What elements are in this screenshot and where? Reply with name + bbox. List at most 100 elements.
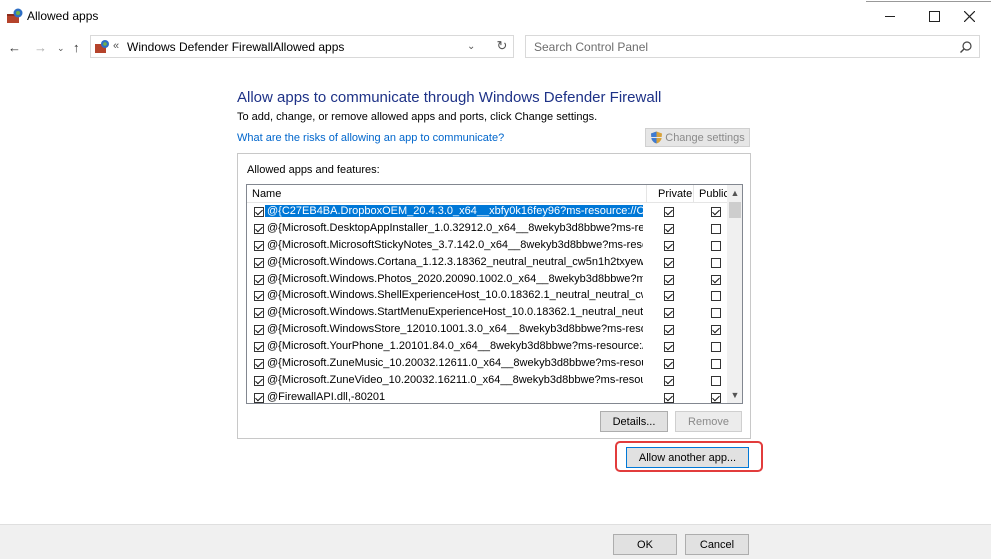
breadcrumb-windows-defender-firewall[interactable]: Windows Defender Firewall [127,40,273,54]
private-checkbox[interactable] [664,207,674,217]
app-enabled-checkbox[interactable] [254,257,264,268]
list-item[interactable]: @{Microsoft.ZuneVideo_10.20032.16211.0_x… [247,373,727,390]
scroll-up-arrow[interactable]: ▲ [727,185,742,201]
public-checkbox[interactable] [711,325,721,336]
change-settings-button[interactable]: Change settings [645,128,750,147]
private-checkbox[interactable] [664,392,674,403]
risks-link[interactable]: What are the risks of allowing an app to… [237,132,504,144]
address-dropdown[interactable]: ⌄ [467,41,475,52]
app-enabled-checkbox[interactable] [254,274,264,285]
cancel-button[interactable]: Cancel [685,534,749,555]
private-checkbox[interactable] [664,308,674,319]
list-item[interactable]: @FirewallAPI.dll,-80201 [247,390,727,403]
list-item[interactable]: @{Microsoft.ZuneMusic_10.20032.12611.0_x… [247,356,727,373]
public-checkbox[interactable] [711,274,721,285]
app-enabled-checkbox[interactable] [254,207,264,217]
private-checkbox[interactable] [664,240,674,251]
app-enabled-checkbox[interactable] [254,342,264,353]
list-item[interactable]: @{Microsoft.DesktopAppInstaller_1.0.3291… [247,221,727,238]
list-item[interactable]: @{C27EB4BA.DropboxOEM_20.4.3.0_x64__xbfy… [247,204,727,221]
back-button[interactable]: ← [8,40,21,55]
firewall-location-icon [95,40,109,53]
app-enabled-checkbox[interactable] [254,392,264,403]
address-row: ← → ⌄ ↑ « Windows Defender Firewall › Al… [0,33,991,62]
app-enabled-checkbox[interactable] [254,375,264,386]
allow-another-app-button[interactable]: Allow another app... [626,447,749,468]
list-item[interactable]: @{Microsoft.Windows.Photos_2020.20090.10… [247,272,727,289]
private-checkbox[interactable] [664,223,674,234]
column-header-private[interactable]: Private [658,188,692,200]
app-enabled-checkbox[interactable] [254,325,264,336]
app-name: @{Microsoft.ZuneMusic_10.20032.12611.0_x… [267,357,643,370]
scroll-thumb[interactable] [729,202,741,218]
list-item[interactable]: @{Microsoft.MicrosoftStickyNotes_3.7.142… [247,238,727,255]
address-bar[interactable]: « Windows Defender Firewall › Allowed ap… [90,35,514,58]
app-name: @{C27EB4BA.DropboxOEM_20.4.3.0_x64__xbfy… [265,205,643,217]
ok-button[interactable]: OK [613,534,677,555]
list-item[interactable]: @{Microsoft.Windows.ShellExperienceHost_… [247,288,727,305]
list-item[interactable]: @{Microsoft.YourPhone_1.20101.84.0_x64__… [247,339,727,356]
private-checkbox[interactable] [664,342,674,353]
minimize-button[interactable] [868,0,912,32]
app-name: @{Microsoft.YourPhone_1.20101.84.0_x64__… [267,340,643,353]
allowed-apps-list[interactable]: Name Private Public @{C27EB4BA.DropboxOE… [246,184,743,404]
private-checkbox[interactable] [664,375,674,386]
page-heading: Allow apps to communicate through Window… [237,89,662,106]
public-checkbox[interactable] [711,375,721,386]
app-name: @{Microsoft.DesktopAppInstaller_1.0.3291… [267,221,643,234]
vertical-scrollbar[interactable]: ▲ ▼ [727,185,742,403]
app-name: @{Microsoft.Windows.Cortana_1.12.3.18362… [267,255,643,268]
public-checkbox[interactable] [711,223,721,234]
app-name: @{Microsoft.ZuneVideo_10.20032.16211.0_x… [267,373,643,386]
remove-button[interactable]: Remove [675,411,742,432]
breadcrumb-separator[interactable]: › [261,40,265,52]
private-checkbox[interactable] [664,274,674,285]
public-checkbox[interactable] [711,308,721,319]
search-icon[interactable] [959,40,973,54]
list-item[interactable]: @{Microsoft.WindowsStore_12010.1001.3.0_… [247,322,727,339]
column-divider[interactable] [693,185,694,203]
column-header-public[interactable]: Public [699,188,729,200]
app-enabled-checkbox[interactable] [254,291,264,302]
app-enabled-checkbox[interactable] [254,223,264,234]
private-checkbox[interactable] [664,291,674,302]
overflow-chevron[interactable]: « [113,40,119,52]
app-enabled-checkbox[interactable] [254,359,264,370]
up-button[interactable]: ↑ [73,40,80,55]
public-checkbox[interactable] [711,359,721,370]
recent-locations-dropdown[interactable]: ⌄ [57,43,65,54]
app-name: @{Microsoft.MicrosoftStickyNotes_3.7.142… [267,238,643,251]
list-item[interactable]: @{Microsoft.Windows.Cortana_1.12.3.18362… [247,255,727,272]
private-checkbox[interactable] [664,325,674,336]
details-button[interactable]: Details... [600,411,668,432]
app-name: @{Microsoft.Windows.Photos_2020.20090.10… [267,272,643,285]
public-checkbox[interactable] [711,392,721,403]
public-checkbox[interactable] [711,257,721,268]
public-checkbox[interactable] [711,207,721,217]
breadcrumb-allowed-apps[interactable]: Allowed apps [273,40,344,54]
instruction-text: To add, change, or remove allowed apps a… [237,111,598,123]
window-title: Allowed apps [27,9,99,23]
column-header-name[interactable]: Name [252,188,281,200]
public-checkbox[interactable] [711,291,721,302]
close-button[interactable] [947,0,991,32]
search-placeholder: Search Control Panel [534,40,649,54]
title-bar: Allowed apps [0,0,991,32]
public-checkbox[interactable] [711,342,721,353]
uac-shield-icon [651,131,663,144]
app-name: @{Microsoft.WindowsStore_12010.1001.3.0_… [267,323,643,336]
app-name: @FirewallAPI.dll,-80201 [267,390,386,403]
private-checkbox[interactable] [664,359,674,370]
scroll-down-arrow[interactable]: ▼ [727,387,742,403]
search-box[interactable]: Search Control Panel [525,35,980,58]
app-enabled-checkbox[interactable] [254,308,264,319]
list-item[interactable]: @{Microsoft.Windows.StartMenuExperienceH… [247,305,727,322]
forward-button[interactable]: → [34,40,47,55]
private-checkbox[interactable] [664,257,674,268]
group-label: Allowed apps and features: [247,164,380,176]
column-divider[interactable] [646,185,647,203]
public-checkbox[interactable] [711,240,721,251]
app-enabled-checkbox[interactable] [254,240,264,251]
refresh-button[interactable]: ↻ [492,38,512,56]
list-rows: @{C27EB4BA.DropboxOEM_20.4.3.0_x64__xbfy… [247,204,727,403]
